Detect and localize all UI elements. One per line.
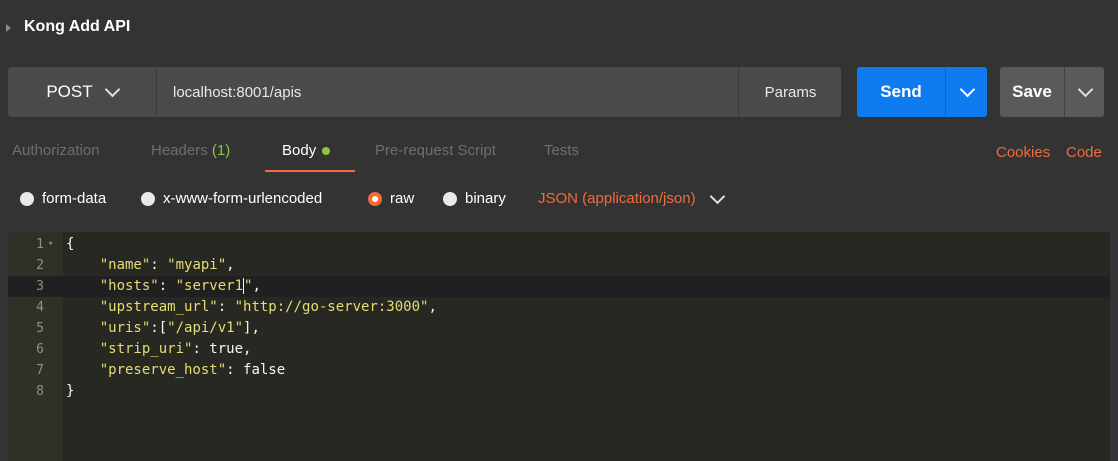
line-number: 7: [36, 363, 44, 378]
save-dropdown-button[interactable]: [1064, 67, 1105, 117]
json-key: "name": [99, 257, 151, 273]
editor-line: 8 }: [8, 381, 1110, 402]
line-number: 8: [36, 384, 44, 399]
radio-selected-icon: [368, 191, 382, 206]
chevron-down-icon: [1077, 81, 1093, 98]
editor-line: 4 "upstream_url": "http://go-server:3000…: [8, 297, 1110, 318]
send-dropdown-button[interactable]: [945, 67, 988, 117]
code-text: {: [66, 236, 75, 252]
code-editor[interactable]: 1 ▾ { 2 "name": "myapi", 3 "hosts": "ser…: [8, 232, 1110, 461]
code-text: }: [66, 383, 75, 399]
json-value: "http://go-server:3000": [234, 299, 429, 315]
request-title[interactable]: Kong Add API: [24, 18, 130, 36]
tab-tests[interactable]: Tests: [544, 142, 579, 159]
chevron-down-icon: [959, 81, 975, 98]
line-number: 2: [36, 258, 44, 273]
editor-line: 7 "preserve_host": false: [8, 360, 1110, 381]
line-number: 5: [36, 321, 44, 336]
tab-headers-label: Headers: [151, 142, 208, 159]
save-button[interactable]: Save: [1000, 67, 1064, 117]
tab-authorization[interactable]: Authorization: [12, 142, 100, 159]
code-text: "hosts": "server1",: [99, 278, 261, 294]
json-key: "preserve_host": [99, 362, 227, 378]
method-label: POST: [46, 82, 93, 101]
params-button[interactable]: Params: [738, 67, 842, 117]
json-key: "hosts": [99, 278, 159, 294]
line-number: 3: [36, 279, 44, 294]
line-number: 1: [36, 237, 44, 252]
json-value: true: [209, 341, 244, 357]
line-number: 6: [36, 342, 44, 357]
code-text: "preserve_host": false: [99, 362, 286, 378]
editor-line: 2 "name": "myapi",: [8, 255, 1110, 276]
radio-urlencoded[interactable]: x-www-form-urlencoded: [141, 190, 322, 207]
chevron-down-icon: [709, 188, 725, 204]
content-type-dropdown[interactable]: JSON (application/json): [538, 188, 725, 207]
json-value: ": [244, 278, 253, 294]
url-bar: POST Params: [8, 67, 841, 117]
json-value: "server1: [175, 278, 244, 294]
json-value: "/api/v1": [167, 320, 244, 336]
send-button-group: Send: [857, 67, 987, 117]
radio-binary-label: binary: [465, 190, 506, 207]
tab-prerequest-script[interactable]: Pre-request Script: [375, 142, 496, 159]
line-number: 4: [36, 300, 44, 315]
json-key: "uris": [99, 320, 151, 336]
dot-icon: [322, 147, 331, 156]
code-text: "upstream_url": "http://go-server:3000",: [99, 299, 437, 315]
json-key: "upstream_url": [99, 299, 218, 315]
caret-right-icon[interactable]: [6, 24, 11, 32]
editor-line: 5 "uris":["/api/v1"],: [8, 318, 1110, 339]
request-header: Kong Add API: [0, 0, 1118, 56]
radio-urlencoded-label: x-www-form-urlencoded: [163, 190, 323, 207]
cookies-link[interactable]: Cookies: [996, 144, 1050, 161]
json-value: false: [243, 362, 286, 378]
chevron-down-icon: [104, 81, 120, 98]
request-tabs: Authorization Headers (1) Body Pre-reque…: [0, 130, 1118, 172]
code-text: "strip_uri": true,: [99, 341, 252, 357]
json-value: "myapi": [167, 257, 227, 273]
radio-form-data-label: form-data: [42, 190, 107, 207]
send-button[interactable]: Send: [857, 67, 945, 117]
radio-icon: [141, 191, 155, 206]
json-key: "strip_uri": [99, 341, 193, 357]
radio-raw-label: raw: [390, 190, 415, 207]
radio-binary[interactable]: binary: [443, 190, 506, 207]
radio-icon: [443, 191, 457, 206]
url-input[interactable]: [157, 67, 737, 117]
body-type-options: form-data x-www-form-urlencoded raw bina…: [0, 184, 1118, 216]
tab-headers[interactable]: Headers (1): [151, 142, 230, 159]
active-tab-indicator: [265, 170, 355, 172]
tab-body[interactable]: Body: [282, 142, 331, 159]
content-type-label: JSON (application/json): [538, 190, 696, 207]
save-button-group: Save: [1000, 67, 1104, 117]
radio-form-data[interactable]: form-data: [20, 190, 106, 207]
editor-line: 1 ▾ {: [8, 234, 1110, 255]
headers-count-badge: (1): [211, 142, 231, 159]
code-text: "name": "myapi",: [99, 257, 235, 273]
editor-line-active: 3 "hosts": "server1",: [8, 276, 1110, 297]
method-select[interactable]: POST: [8, 67, 157, 117]
fold-arrow-icon[interactable]: ▾: [48, 234, 53, 255]
tab-body-label: Body: [282, 142, 317, 159]
radio-icon: [20, 191, 34, 206]
code-text: "uris":["/api/v1"],: [99, 320, 260, 336]
editor-line: 6 "strip_uri": true,: [8, 339, 1110, 360]
code-link[interactable]: Code: [1066, 144, 1102, 161]
radio-raw[interactable]: raw: [368, 190, 414, 207]
